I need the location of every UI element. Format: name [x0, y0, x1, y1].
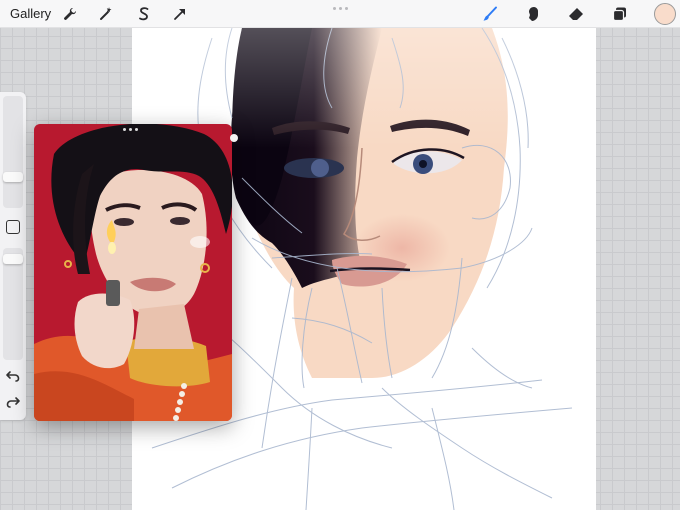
reference-grabber-handle[interactable]: [123, 128, 138, 131]
gallery-button[interactable]: Gallery: [10, 6, 51, 21]
layers-icon[interactable]: [610, 4, 630, 24]
redo-icon[interactable]: [5, 394, 21, 410]
reference-photo: [34, 124, 232, 421]
eraser-icon[interactable]: [566, 4, 586, 24]
magic-wand-icon[interactable]: [96, 4, 116, 24]
current-color-swatch[interactable]: [654, 3, 676, 25]
wrench-icon[interactable]: [60, 4, 80, 24]
brush-size-slider[interactable]: [3, 96, 23, 208]
brush-icon[interactable]: [480, 4, 500, 24]
top-toolbar: Gallery: [0, 0, 680, 28]
transform-arrow-icon[interactable]: [170, 4, 190, 24]
left-sidebar: [0, 92, 26, 420]
opacity-thumb[interactable]: [3, 254, 23, 264]
reference-resize-handle[interactable]: [230, 134, 238, 142]
brush-size-thumb[interactable]: [3, 172, 23, 182]
modify-button[interactable]: [6, 220, 20, 234]
opacity-slider[interactable]: [3, 248, 23, 360]
smudge-icon[interactable]: [524, 4, 544, 24]
toolbar-grabber-handle[interactable]: [330, 7, 350, 11]
undo-icon[interactable]: [5, 368, 21, 384]
reference-image-window[interactable]: [34, 124, 232, 421]
selection-s-icon[interactable]: [134, 4, 154, 24]
